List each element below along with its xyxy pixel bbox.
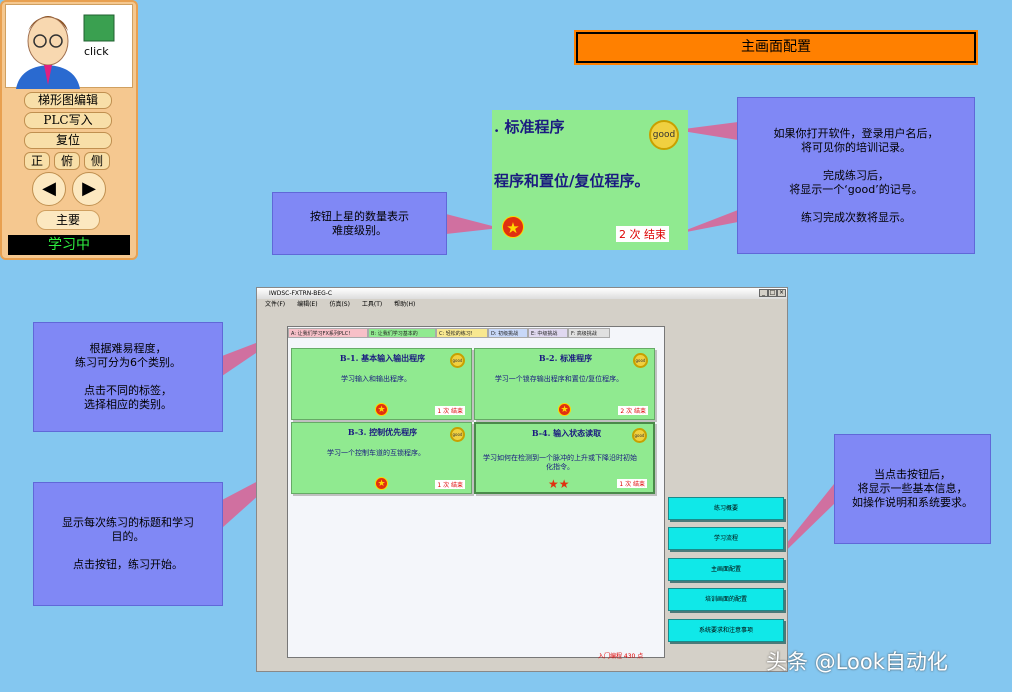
score-label: 入门编程 430 点 [598,653,644,660]
tab-a[interactable]: A: 让我们学习FX系列PLC! [288,328,368,338]
watermark: 头条 @Look自动化 [766,650,948,674]
card-desc: 学习一个锁存输出程序和置位/复位程序。 [494,375,624,383]
card-count: 1 次 结束 [435,406,465,415]
good-medal-icon: good [633,353,648,368]
exercise-card-b1[interactable]: B-1. 基本输入输出程序 学习输入和输出程序。 good ★ 1 次 结束 [291,348,472,420]
zoomed-exercise-card: . 标准程序 程序和置位/复位程序。 good ★ 2 次 结束 [492,110,688,250]
menu-edit[interactable]: 编辑(E) [297,301,317,308]
exercise-card-b3[interactable]: B-3. 控制优先程序 学习一个控制车道的互锁程序。 good ★ 1 次 结束 [291,422,472,494]
menu-help[interactable]: 帮助(H) [394,301,415,308]
tab-e[interactable]: E: 中级挑战 [528,328,568,338]
difficulty-star-icon: ★★ [548,477,570,491]
exercise-card-b2[interactable]: B-2. 标准程序 学习一个锁存输出程序和置位/复位程序。 good ★ 2 次… [474,348,655,420]
main-screen-config-button[interactable]: 主画面配置 [668,558,784,581]
card-count: 2 次 结束 [618,406,648,415]
difficulty-star-icon: ★ [375,477,388,490]
training-screen-config-button[interactable]: 培训画面的配置 [668,588,784,611]
menu-tools[interactable]: 工具(T) [362,301,382,308]
system-requirements-button[interactable]: 系统要求和注意事项 [668,619,784,642]
exercise-overview-button[interactable]: 练习概要 [668,497,784,520]
card-count: 1 次 结束 [617,479,647,488]
menu-file[interactable]: 文件(F) [265,301,285,308]
good-medal-icon: good [450,427,465,442]
card-count: 1 次 结束 [435,480,465,489]
tab-b[interactable]: B: 让我们学习基本的 [368,328,436,338]
good-medal-icon: good [450,353,465,368]
callout-stars: 按钮上星的数量表示 难度级别。 [272,192,447,255]
zoom-title-1: . 标准程序 [494,118,565,136]
window-title: IWDSC-FXTRN-BEG-C [257,288,787,299]
card-title: B-3. 控制优先程序 [347,427,418,437]
learning-flow-button[interactable]: 学习流程 [668,527,784,550]
menu-bar: 文件(F) 编辑(E) 仿真(S) 工具(T) 帮助(H) [257,300,787,310]
good-medal-icon: good [632,428,647,443]
minimize-icon[interactable]: _ [759,289,768,297]
tab-f[interactable]: F: 高级挑战 [568,328,610,338]
callout-record: 如果你打开软件，登录用户名后， 将可见你的培训记录。 完成练习后， 将显示一个‘go… [737,97,975,254]
difficulty-star-icon: ★ [502,216,524,238]
difficulty-star-icon: ★ [375,403,388,416]
difficulty-star-icon: ★ [558,403,571,416]
card-desc: 学习一个控制车道的互锁程序。 [327,449,425,457]
menu-simulate[interactable]: 仿真(S) [329,301,350,308]
completion-count: 2 次 结束 [616,226,669,242]
close-icon[interactable]: × [777,289,786,297]
card-desc: 学习输入和输出程序。 [341,375,411,383]
card-title: B-1. 基本输入输出程序 [339,353,426,363]
tab-c[interactable]: C: 轻松的练习! [436,328,488,338]
card-title: B-4. 输入状态读取 [531,428,602,438]
callout-category: 根据难易程度， 练习可分为6个类别。 点击不同的标签， 选择相应的类别。 [33,322,223,432]
callout-exercise: 显示每次练习的标题和学习 目的。 点击按钮，练习开始。 [33,482,223,606]
good-medal-icon: good [649,120,679,150]
tab-d[interactable]: D: 初级挑战 [488,328,528,338]
card-title: B-2. 标准程序 [538,353,593,363]
card-desc: 学习如何在检测到一个脉冲的上升或下降沿时初始化指令。 [483,454,637,471]
exercise-card-b4[interactable]: B-4. 输入状态读取 学习如何在检测到一个脉冲的上升或下降沿时初始化指令。 g… [474,422,655,494]
maximize-icon[interactable]: □ [768,289,777,297]
callout-info: 当点击按钮后， 将显示一些基本信息， 如操作说明和系统要求。 [834,434,991,544]
zoom-title-2: 程序和置位/复位程序。 [494,172,650,190]
